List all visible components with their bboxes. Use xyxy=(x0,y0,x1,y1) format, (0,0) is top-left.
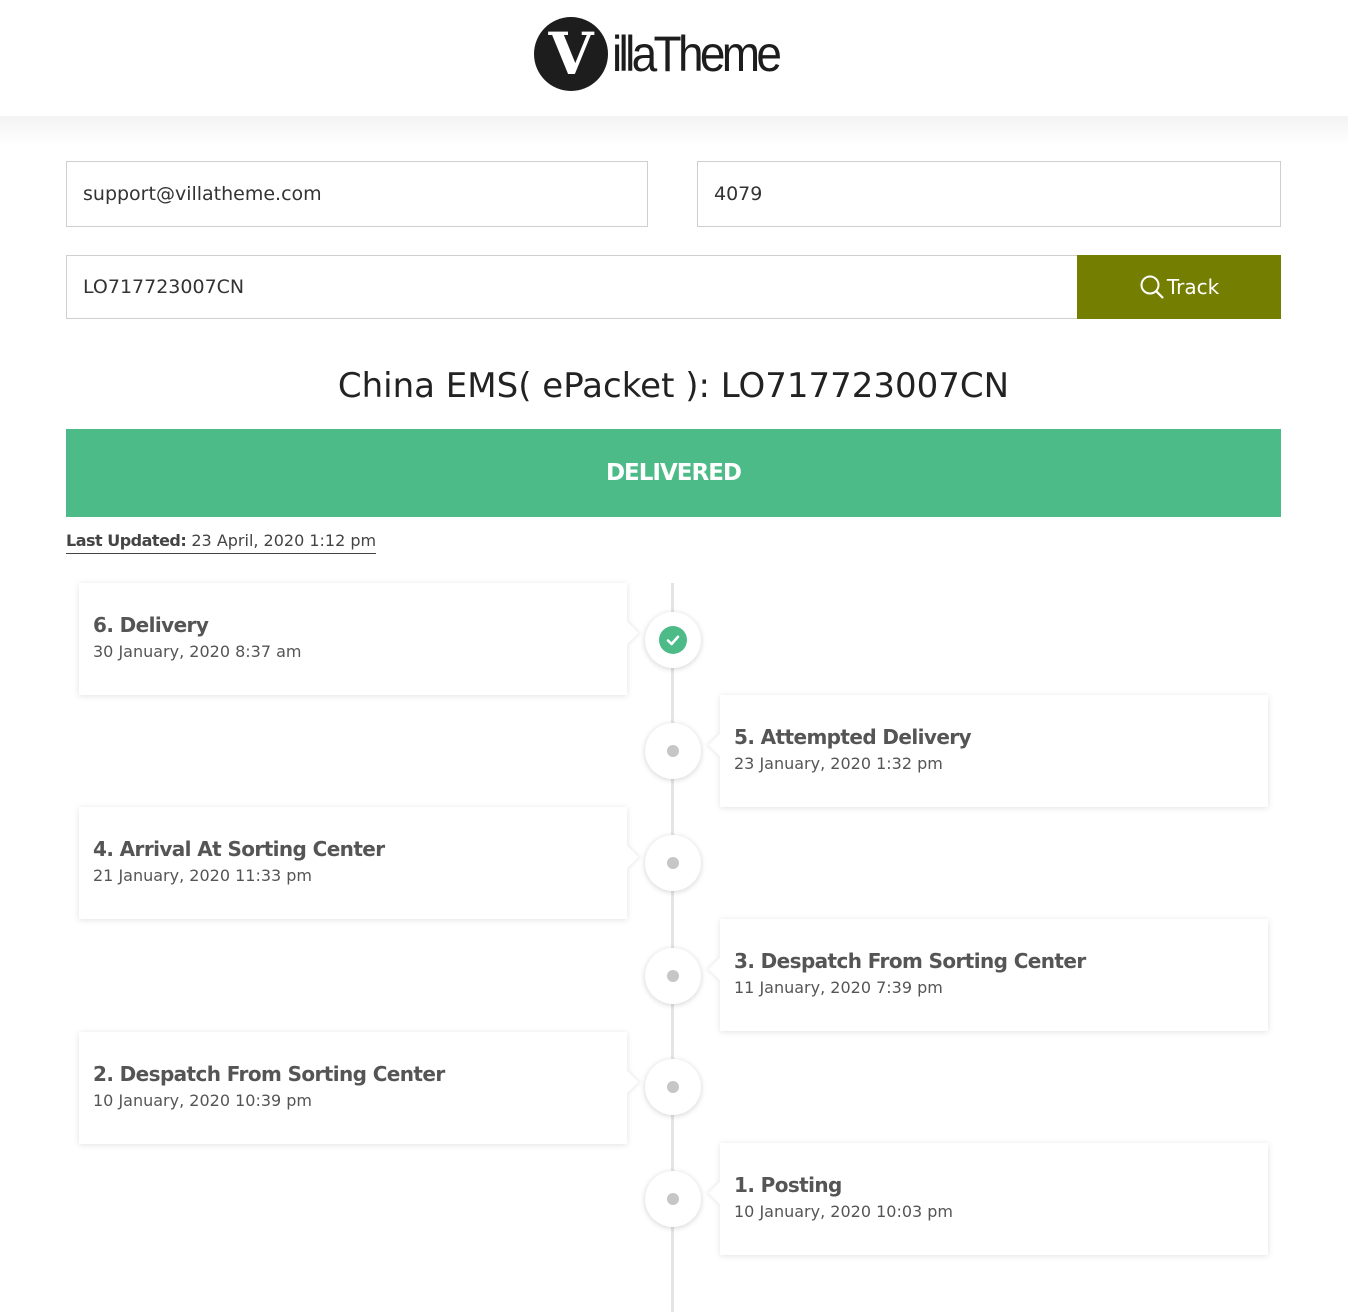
search-icon xyxy=(1140,275,1164,299)
check-circle-icon xyxy=(659,626,687,654)
timeline-event-card: 5. Attempted Delivery 23 January, 2020 1… xyxy=(720,695,1268,807)
event-time: 21 January, 2020 11:33 pm xyxy=(93,866,313,885)
event-title: 2. Despatch From Sorting Center xyxy=(93,1062,445,1086)
event-title: 3. Despatch From Sorting Center xyxy=(734,949,1086,973)
event-time: 11 January, 2020 7:39 pm xyxy=(734,978,943,997)
event-title: 5. Attempted Delivery xyxy=(734,725,972,749)
tracking-number-field[interactable] xyxy=(81,275,1063,299)
dot-icon xyxy=(667,1081,679,1093)
timeline-node xyxy=(645,1059,701,1115)
event-time: 10 January, 2020 10:03 pm xyxy=(734,1202,954,1221)
tracking-title: China EMS( ePacket ): LO717723007CN xyxy=(337,366,1010,406)
timeline-event-card: 1. Posting 10 January, 2020 10:03 pm xyxy=(720,1143,1268,1255)
tracking-number-field-wrapper xyxy=(66,255,1078,319)
timeline-event-card: 4. Arrival At Sorting Center 21 January,… xyxy=(79,807,627,919)
timeline-node xyxy=(645,948,701,1004)
last-updated-label: Last Updated: xyxy=(66,531,187,550)
timeline-event-card: 2. Despatch From Sorting Center 10 Janua… xyxy=(79,1032,627,1144)
last-updated-value: 23 April, 2020 1:12 pm xyxy=(186,531,377,550)
status-badge: DELIVERED xyxy=(66,429,1281,517)
email-field-wrapper xyxy=(66,161,648,227)
email-field[interactable] xyxy=(81,182,633,206)
timeline-node xyxy=(645,835,701,891)
dot-icon xyxy=(667,970,679,982)
last-updated: Last Updated: 23 April, 2020 1:12 pm xyxy=(66,531,377,554)
event-title: 1. Posting xyxy=(734,1173,842,1197)
order-id-field-wrapper xyxy=(697,161,1281,227)
order-id-field[interactable] xyxy=(712,182,1266,206)
timeline-node-completed xyxy=(645,612,701,668)
site-header: V illaTheme xyxy=(0,0,1348,116)
dot-icon xyxy=(667,857,679,869)
status-text: DELIVERED xyxy=(605,460,742,486)
timeline-node xyxy=(645,723,701,779)
dot-icon xyxy=(667,745,679,757)
timeline-node xyxy=(645,1171,701,1227)
timeline-event-card: 6. Delivery 30 January, 2020 8:37 am xyxy=(79,583,627,695)
dot-icon xyxy=(667,1193,679,1205)
villatheme-logo[interactable]: V illaTheme xyxy=(534,16,793,92)
header-shadow xyxy=(0,116,1348,146)
logo-text: illaTheme xyxy=(612,26,782,82)
track-button-label: Track xyxy=(1166,275,1220,299)
event-time: 10 January, 2020 10:39 pm xyxy=(93,1091,313,1110)
timeline-event-card: 3. Despatch From Sorting Center 11 Janua… xyxy=(720,919,1268,1031)
event-title: 6. Delivery xyxy=(93,613,209,637)
event-title: 4. Arrival At Sorting Center xyxy=(93,837,385,861)
event-time: 23 January, 2020 1:32 pm xyxy=(734,754,943,773)
track-button[interactable]: Track xyxy=(1077,255,1281,319)
logo-badge: V xyxy=(534,17,608,91)
event-time: 30 January, 2020 8:37 am xyxy=(93,642,302,661)
